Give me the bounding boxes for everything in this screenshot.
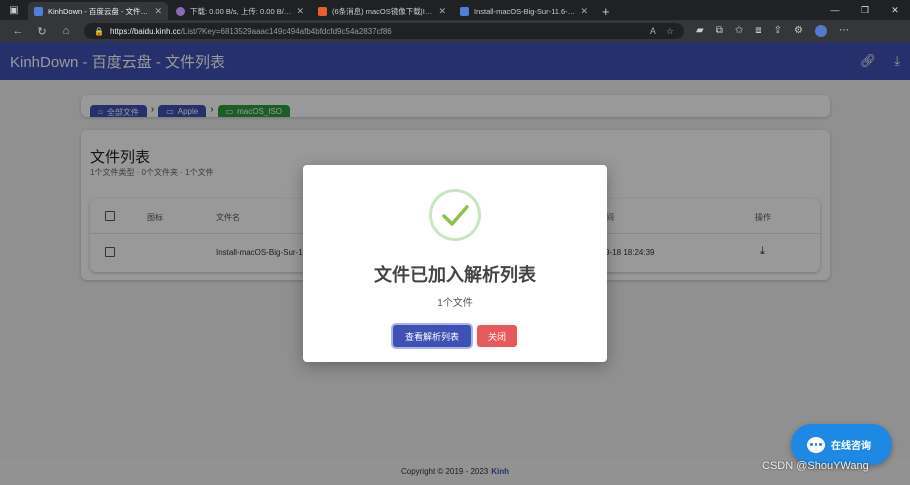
- reload-icon[interactable]: ↻: [30, 25, 54, 38]
- read-aloud-icon[interactable]: A: [650, 26, 656, 37]
- more-icon[interactable]: ⋯: [839, 25, 849, 37]
- favorites-icon[interactable]: ✩: [735, 25, 743, 37]
- tab-close-icon[interactable]: ✕: [438, 6, 446, 17]
- close-button[interactable]: 关闭: [477, 325, 517, 347]
- extension-icon[interactable]: ▰: [696, 25, 704, 37]
- close-window-icon[interactable]: ✕: [880, 5, 910, 16]
- new-tab-button[interactable]: +: [596, 2, 616, 20]
- tab-label: KinhDown - 百度云盘 - 文件列表: [48, 6, 151, 16]
- puzzle-icon[interactable]: ⧉: [716, 25, 723, 37]
- tab-close-icon[interactable]: ✕: [296, 6, 304, 17]
- omnibox-icons: A ☆: [650, 26, 674, 37]
- tab-label: (6条消息) macOS镜像下载|ISO…: [332, 6, 435, 16]
- chat-label: 在线咨询: [831, 441, 871, 452]
- url-input[interactable]: 🔒 https://baidu.kinh.cc /List/?Key=68135…: [84, 23, 684, 39]
- share-icon[interactable]: ⇪: [774, 25, 782, 37]
- dialog-message: 1个文件: [437, 298, 473, 309]
- browser-address-bar: ← ↻ ⌂ 🔒 https://baidu.kinh.cc /List/?Key…: [0, 20, 910, 42]
- collections-icon[interactable]: ⧈: [755, 25, 761, 37]
- dialog-title: 文件已加入解析列表: [374, 265, 536, 285]
- profile-avatar[interactable]: [814, 25, 827, 37]
- tab-favicon-icon: [460, 6, 469, 16]
- online-chat-button[interactable]: 在线咨询: [791, 424, 892, 465]
- success-dialog: 文件已加入解析列表 1个文件 查看解析列表 关闭: [303, 165, 607, 362]
- minimize-icon[interactable]: —: [820, 5, 850, 15]
- tab-close-icon[interactable]: ✕: [580, 6, 588, 17]
- tab-favicon-icon: [318, 6, 327, 16]
- window-controls: — ❐ ✕: [820, 0, 910, 20]
- browser-tab-strip: ▣ KinhDown - 百度云盘 - 文件列表 ✕ 下载: 0.00 B/s,…: [0, 0, 910, 20]
- tab-close-icon[interactable]: ✕: [154, 6, 162, 17]
- tab-favicon-icon: [176, 6, 185, 16]
- url-path: /List/?Key=6813529aaac149c494afb4bfdcfd9…: [180, 26, 392, 36]
- chat-bubble-icon: [807, 436, 825, 453]
- lock-icon: 🔒: [94, 26, 104, 36]
- browser-tab-0[interactable]: KinhDown - 百度云盘 - 文件列表 ✕: [28, 2, 168, 20]
- favorite-star-icon[interactable]: ☆: [666, 26, 674, 37]
- settings-icon[interactable]: ⚙: [794, 25, 803, 37]
- tab-favicon-icon: [34, 6, 43, 16]
- url-domain: https://baidu.kinh.cc: [109, 26, 181, 36]
- watermark-text: CSDN @ShouYWang: [762, 460, 869, 472]
- home-icon[interactable]: ⌂: [54, 25, 78, 37]
- browser-toolbar: ▰ ⧉ ✩ ⧈ ⇪ ⚙ ⋯: [696, 25, 849, 37]
- view-parse-list-button[interactable]: 查看解析列表: [393, 325, 471, 347]
- browser-tab-3[interactable]: Install-macOS-Big-Sur-11.6-20G… ✕: [454, 2, 594, 20]
- restore-icon[interactable]: ❐: [850, 5, 880, 16]
- window-menu-icon[interactable]: ▣: [0, 0, 28, 20]
- tab-label: Install-macOS-Big-Sur-11.6-20G…: [474, 6, 576, 16]
- success-check-icon: [429, 189, 481, 241]
- browser-tab-1[interactable]: 下载: 0.00 B/s, 上传: 0.00 B/s - Ar ✕: [170, 2, 310, 20]
- back-icon[interactable]: ←: [6, 25, 30, 37]
- tab-label: 下载: 0.00 B/s, 上传: 0.00 B/s - Ar: [190, 6, 293, 16]
- browser-tab-2[interactable]: (6条消息) macOS镜像下载|ISO… ✕: [312, 2, 452, 20]
